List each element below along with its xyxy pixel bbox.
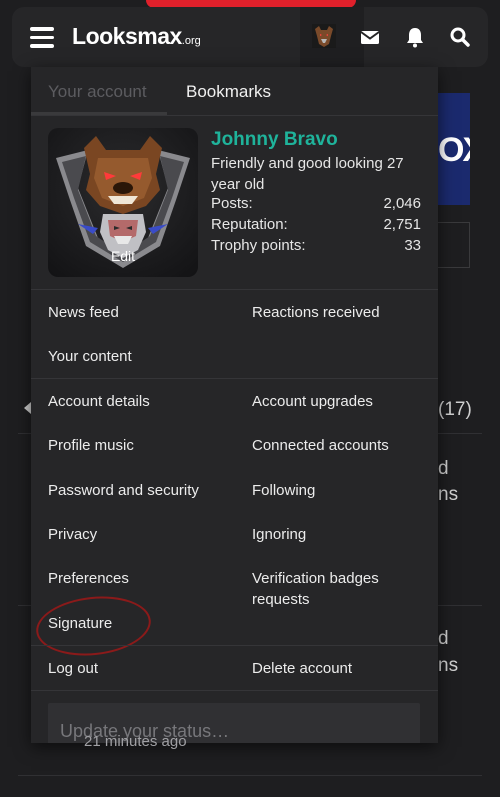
divider xyxy=(31,690,438,691)
menu-item-your-content[interactable]: Your content xyxy=(48,346,132,367)
stat-value[interactable]: 33 xyxy=(404,237,421,254)
menu-item-password-security[interactable]: Password and security xyxy=(48,480,199,501)
search-icon[interactable] xyxy=(448,25,472,49)
menu-item-privacy[interactable]: Privacy xyxy=(48,524,97,545)
thread-count: (17) xyxy=(438,399,472,420)
menu-item-log-out[interactable]: Log out xyxy=(48,658,98,679)
divider xyxy=(18,775,482,776)
divider xyxy=(31,378,438,379)
text-fragment: ns xyxy=(438,655,459,676)
tab-your-account[interactable]: Your account xyxy=(48,82,147,102)
stat-value[interactable]: 2,751 xyxy=(383,216,421,233)
menu-item-connected-accounts[interactable]: Connected accounts xyxy=(252,435,389,456)
menu-item-news-feed[interactable]: News feed xyxy=(48,302,119,323)
hamburger-menu-icon[interactable] xyxy=(30,27,54,48)
background-box xyxy=(438,222,470,268)
menu-item-preferences[interactable]: Preferences xyxy=(48,568,129,589)
site-logo[interactable]: Looksmax.org xyxy=(72,23,201,50)
profile-avatar[interactable]: Edit xyxy=(48,128,198,277)
menu-item-delete-account[interactable]: Delete account xyxy=(252,658,352,679)
menu-item-reactions-received[interactable]: Reactions received xyxy=(252,302,380,323)
divider xyxy=(31,115,438,116)
logo-org: .org xyxy=(181,35,201,47)
stat-label: Posts: xyxy=(211,195,253,212)
stat-value[interactable]: 2,046 xyxy=(383,195,421,212)
menu-item-ignoring[interactable]: Ignoring xyxy=(252,524,306,545)
text-fragment: ns xyxy=(438,484,459,505)
bell-icon[interactable] xyxy=(403,25,427,49)
user-title: Friendly and good looking 27 year old xyxy=(211,155,404,193)
text-fragment: d xyxy=(438,458,449,479)
menu-item-account-upgrades[interactable]: Account upgrades xyxy=(252,391,373,412)
banner-text: OX xyxy=(438,131,470,169)
menu-item-signature[interactable]: Signature xyxy=(48,613,112,634)
tab-bookmarks[interactable]: Bookmarks xyxy=(186,82,271,102)
account-tabs: Your account Bookmarks xyxy=(31,67,438,115)
menu-item-profile-music[interactable]: Profile music xyxy=(48,435,134,456)
stat-label: Trophy points: xyxy=(211,237,306,254)
menu-item-following[interactable]: Following xyxy=(252,480,315,501)
avatar-icon xyxy=(312,24,336,48)
edit-avatar-label[interactable]: Edit xyxy=(48,248,198,264)
stat-label: Reputation: xyxy=(211,216,288,233)
menu-item-account-details[interactable]: Account details xyxy=(48,391,150,412)
stat-posts: Posts: 2,046 xyxy=(211,195,421,212)
account-button[interactable] xyxy=(300,7,364,67)
stat-reputation: Reputation: 2,751 xyxy=(211,216,421,233)
username-link[interactable]: Johnny Bravo xyxy=(211,129,338,151)
background-banner: OX xyxy=(438,93,470,205)
mail-icon[interactable] xyxy=(358,25,382,49)
menu-item-verification-badges[interactable]: Verification badges requests xyxy=(252,568,412,610)
text-fragment: d xyxy=(438,628,449,649)
account-dropdown: Your account Bookmarks Edit Johnny Bravo… xyxy=(31,67,438,743)
divider xyxy=(31,289,438,290)
stat-trophy-points: Trophy points: 33 xyxy=(211,237,421,254)
top-navbar: Looksmax.org xyxy=(12,7,488,67)
left-arrow-icon xyxy=(24,402,31,414)
divider xyxy=(31,645,438,646)
logo-eyes: oo xyxy=(85,23,114,49)
post-timestamp: 21 minutes ago xyxy=(84,733,187,750)
